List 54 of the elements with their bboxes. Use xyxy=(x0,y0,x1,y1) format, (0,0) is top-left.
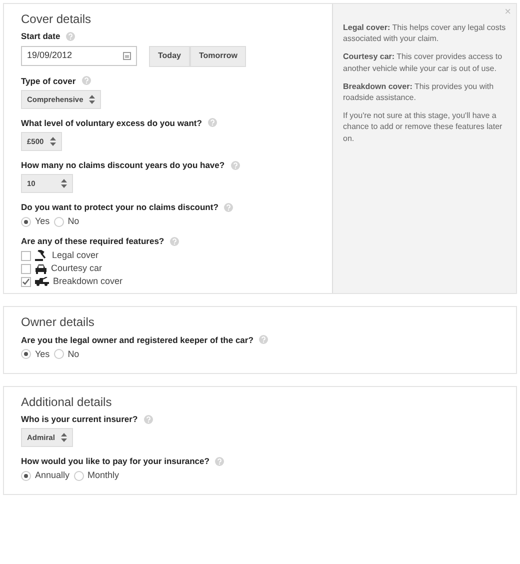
help-icon[interactable] xyxy=(82,76,91,86)
field-label: How would you like to pay for your insurance? xyxy=(21,456,210,466)
field-label: Are you the legal owner and registered keeper of the car? xyxy=(21,334,254,345)
option-label: Breakdown cover xyxy=(53,276,123,288)
date-button[interactable]: Tomorrow xyxy=(190,46,246,67)
sort-arrows-icon xyxy=(60,433,67,442)
date-button[interactable]: Today xyxy=(149,46,190,67)
radio-button[interactable] xyxy=(54,349,64,360)
field-label: Who is your current insurer? xyxy=(21,414,138,424)
help-icon[interactable] xyxy=(208,118,217,128)
help-icon[interactable] xyxy=(66,32,76,41)
option-label: Legal cover xyxy=(52,250,99,262)
help-icon[interactable] xyxy=(144,414,153,424)
option-label: No xyxy=(68,216,80,228)
option-label: Courtesy car xyxy=(51,263,102,274)
checkbox[interactable] xyxy=(21,276,31,287)
help-icon[interactable] xyxy=(224,202,234,212)
sort-arrows-icon xyxy=(89,94,96,104)
help-text: If you're not sure at this stage, you'll have a chance to add or remove these features later on. xyxy=(343,110,504,144)
option-label: Annually xyxy=(35,470,70,482)
checkbox[interactable] xyxy=(21,264,31,274)
sort-arrows-icon xyxy=(61,179,67,188)
date-field[interactable]: 19/09/2012 xyxy=(21,46,137,66)
field-label: Do you want to protect your no claims discount? xyxy=(21,202,218,212)
help-icon[interactable] xyxy=(170,236,180,246)
option-label: Yes xyxy=(35,348,50,360)
field-label: Type of cover xyxy=(21,76,76,86)
section-title: Owner details xyxy=(21,315,96,330)
help-icon[interactable] xyxy=(259,335,268,344)
option-label: Yes xyxy=(35,216,50,228)
section-title: Cover details xyxy=(21,12,92,26)
calendar-icon[interactable] xyxy=(123,52,131,60)
help-text: Breakdown cover: This provides you with roadside assistance. xyxy=(343,80,495,104)
field-label: How many no claims discount years do you have? xyxy=(21,160,225,170)
option-label: No xyxy=(68,348,80,360)
sort-arrows-icon xyxy=(50,136,56,146)
radio-button[interactable] xyxy=(21,349,31,360)
field-label: What level of voluntary excess do you want? xyxy=(21,118,202,128)
checkbox[interactable] xyxy=(21,250,31,261)
radio-button[interactable] xyxy=(21,470,31,481)
section-title: Additional details xyxy=(21,394,113,410)
radio-button[interactable] xyxy=(21,216,31,227)
help-text: Courtesy car: This cover provides access to another vehicle while your car is out of use. xyxy=(343,51,504,74)
help-icon[interactable] xyxy=(230,160,240,170)
tow-truck-icon xyxy=(35,277,49,286)
radio-button[interactable] xyxy=(54,216,64,227)
help-text: Legal cover: This helps cover any legal costs associated with your claim. xyxy=(343,22,507,44)
radio-button[interactable] xyxy=(74,470,84,481)
gavel-icon xyxy=(35,250,48,262)
field-label: Start date xyxy=(21,31,60,42)
option-label: Monthly xyxy=(88,470,120,482)
field-label: Are any of these required features? xyxy=(21,236,164,246)
car-icon xyxy=(35,264,47,274)
help-icon[interactable] xyxy=(215,456,224,466)
